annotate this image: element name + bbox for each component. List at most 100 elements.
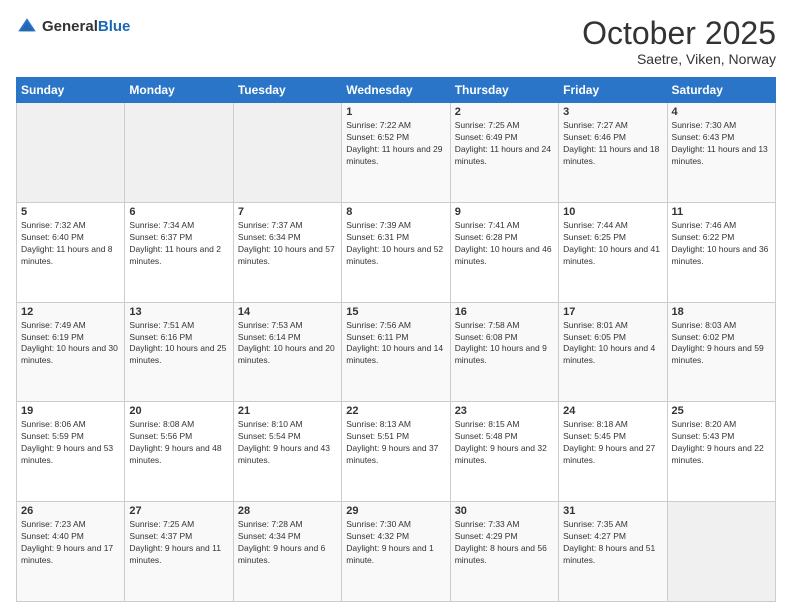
calendar-cell xyxy=(233,103,341,203)
calendar-day-header: Friday xyxy=(559,78,667,103)
calendar-cell: 30 Sunrise: 7:33 AM Sunset: 4:29 PM Dayli… xyxy=(450,502,558,602)
calendar-week-row: 26Sunrise: 7:23 AM Sunset: 4:40 PM Dayli… xyxy=(17,502,776,602)
day-info: Sunrise: 8:18 AM Sunset: 5:45 PM Dayligh… xyxy=(563,419,662,467)
calendar-day-header: Wednesday xyxy=(342,78,450,103)
day-info: Sunrise: 7:30 AM Sunset: 6:43 PM Dayligh… xyxy=(672,120,771,168)
day-number: 29 xyxy=(346,505,445,517)
day-number: 30 xyxy=(455,505,554,517)
day-info: Sunrise: 7:39 AM Sunset: 6:31 PM Dayligh… xyxy=(346,220,445,268)
day-info: Sunrise: 8:01 AM Sunset: 6:05 PM Dayligh… xyxy=(563,320,662,368)
logo-blue: Blue xyxy=(98,18,131,35)
day-number: 26 xyxy=(21,505,120,517)
day-info: Sunrise: 7:25 AM Sunset: 6:49 PM Dayligh… xyxy=(455,120,554,168)
day-number: 9 xyxy=(455,206,554,218)
day-info: Sunrise: 7:22 AM Sunset: 6:52 PM Dayligh… xyxy=(346,120,445,168)
day-info: Sunrise: 7:46 AM Sunset: 6:22 PM Dayligh… xyxy=(672,220,771,268)
subtitle: Saetre, Viken, Norway xyxy=(582,51,776,67)
calendar-cell: 2 Sunrise: 7:25 AM Sunset: 6:49 PM Daylig… xyxy=(450,103,558,203)
day-number: 4 xyxy=(672,106,771,118)
day-info: Sunrise: 8:20 AM Sunset: 5:43 PM Dayligh… xyxy=(672,419,771,467)
day-info: Sunrise: 7:41 AM Sunset: 6:28 PM Dayligh… xyxy=(455,220,554,268)
calendar-cell xyxy=(667,502,775,602)
day-number: 1 xyxy=(346,106,445,118)
calendar-cell: 13Sunrise: 7:51 AM Sunset: 6:16 PM Dayli… xyxy=(125,302,233,402)
day-info: Sunrise: 7:49 AM Sunset: 6:19 PM Dayligh… xyxy=(21,320,120,368)
calendar-cell: 24 Sunrise: 8:18 AM Sunset: 5:45 PM Dayli… xyxy=(559,402,667,502)
calendar-cell: 25 Sunrise: 8:20 AM Sunset: 5:43 PM Dayli… xyxy=(667,402,775,502)
calendar-cell: 20 Sunrise: 8:08 AM Sunset: 5:56 PM Dayli… xyxy=(125,402,233,502)
day-number: 18 xyxy=(672,306,771,318)
calendar-day-header: Sunday xyxy=(17,78,125,103)
calendar-day-header: Saturday xyxy=(667,78,775,103)
day-info: Sunrise: 7:34 AM Sunset: 6:37 PM Dayligh… xyxy=(129,220,228,268)
day-number: 19 xyxy=(21,405,120,417)
calendar-cell: 7Sunrise: 7:37 AM Sunset: 6:34 PM Daylig… xyxy=(233,202,341,302)
calendar-cell: 11 Sunrise: 7:46 AM Sunset: 6:22 PM Dayli… xyxy=(667,202,775,302)
day-number: 3 xyxy=(563,106,662,118)
day-info: Sunrise: 7:51 AM Sunset: 6:16 PM Dayligh… xyxy=(129,320,228,368)
day-number: 27 xyxy=(129,505,228,517)
calendar-cell: 4 Sunrise: 7:30 AM Sunset: 6:43 PM Daylig… xyxy=(667,103,775,203)
logo-text: GeneralBlue xyxy=(42,18,130,36)
calendar-cell: 5Sunrise: 7:32 AM Sunset: 6:40 PM Daylig… xyxy=(17,202,125,302)
day-number: 25 xyxy=(672,405,771,417)
calendar-week-row: 1 Sunrise: 7:22 AM Sunset: 6:52 PM Daylig… xyxy=(17,103,776,203)
day-info: Sunrise: 7:35 AM Sunset: 4:27 PM Dayligh… xyxy=(563,519,662,567)
main-title: October 2025 xyxy=(582,16,776,51)
calendar-week-row: 5Sunrise: 7:32 AM Sunset: 6:40 PM Daylig… xyxy=(17,202,776,302)
day-number: 14 xyxy=(238,306,337,318)
day-info: Sunrise: 7:58 AM Sunset: 6:08 PM Dayligh… xyxy=(455,320,554,368)
day-info: Sunrise: 8:03 AM Sunset: 6:02 PM Dayligh… xyxy=(672,320,771,368)
day-number: 12 xyxy=(21,306,120,318)
calendar-cell: 22 Sunrise: 8:13 AM Sunset: 5:51 PM Dayli… xyxy=(342,402,450,502)
logo-icon xyxy=(16,16,38,38)
day-info: Sunrise: 7:25 AM Sunset: 4:37 PM Dayligh… xyxy=(129,519,228,567)
calendar-cell: 21Sunrise: 8:10 AM Sunset: 5:54 PM Dayli… xyxy=(233,402,341,502)
calendar-table: SundayMondayTuesdayWednesdayThursdayFrid… xyxy=(16,77,776,602)
calendar-cell: 29 Sunrise: 7:30 AM Sunset: 4:32 PM Dayli… xyxy=(342,502,450,602)
day-number: 28 xyxy=(238,505,337,517)
calendar-cell: 31 Sunrise: 7:35 AM Sunset: 4:27 PM Dayli… xyxy=(559,502,667,602)
day-number: 23 xyxy=(455,405,554,417)
calendar-cell: 1 Sunrise: 7:22 AM Sunset: 6:52 PM Daylig… xyxy=(342,103,450,203)
calendar-cell: 9 Sunrise: 7:41 AM Sunset: 6:28 PM Daylig… xyxy=(450,202,558,302)
day-info: Sunrise: 8:13 AM Sunset: 5:51 PM Dayligh… xyxy=(346,419,445,467)
day-info: Sunrise: 7:53 AM Sunset: 6:14 PM Dayligh… xyxy=(238,320,337,368)
day-number: 20 xyxy=(129,405,228,417)
day-number: 17 xyxy=(563,306,662,318)
day-number: 24 xyxy=(563,405,662,417)
day-number: 5 xyxy=(21,206,120,218)
day-number: 6 xyxy=(129,206,228,218)
logo: GeneralBlue xyxy=(16,16,130,38)
calendar-day-header: Thursday xyxy=(450,78,558,103)
day-number: 16 xyxy=(455,306,554,318)
calendar-cell: 17 Sunrise: 8:01 AM Sunset: 6:05 PM Dayli… xyxy=(559,302,667,402)
day-number: 11 xyxy=(672,206,771,218)
day-info: Sunrise: 7:28 AM Sunset: 4:34 PM Dayligh… xyxy=(238,519,337,567)
day-info: Sunrise: 8:08 AM Sunset: 5:56 PM Dayligh… xyxy=(129,419,228,467)
calendar-cell: 28 Sunrise: 7:28 AM Sunset: 4:34 PM Dayli… xyxy=(233,502,341,602)
calendar-day-header: Tuesday xyxy=(233,78,341,103)
calendar-cell: 27 Sunrise: 7:25 AM Sunset: 4:37 PM Dayli… xyxy=(125,502,233,602)
day-info: Sunrise: 7:33 AM Sunset: 4:29 PM Dayligh… xyxy=(455,519,554,567)
calendar-week-row: 19Sunrise: 8:06 AM Sunset: 5:59 PM Dayli… xyxy=(17,402,776,502)
day-info: Sunrise: 7:27 AM Sunset: 6:46 PM Dayligh… xyxy=(563,120,662,168)
calendar-cell: 15Sunrise: 7:56 AM Sunset: 6:11 PM Dayli… xyxy=(342,302,450,402)
day-number: 31 xyxy=(563,505,662,517)
calendar-cell xyxy=(17,103,125,203)
header: GeneralBlue October 2025 Saetre, Viken, … xyxy=(16,16,776,67)
page: GeneralBlue October 2025 Saetre, Viken, … xyxy=(0,0,792,612)
title-block: October 2025 Saetre, Viken, Norway xyxy=(582,16,776,67)
day-info: Sunrise: 7:30 AM Sunset: 4:32 PM Dayligh… xyxy=(346,519,445,567)
day-number: 2 xyxy=(455,106,554,118)
calendar-week-row: 12 Sunrise: 7:49 AM Sunset: 6:19 PM Dayli… xyxy=(17,302,776,402)
day-number: 8 xyxy=(346,206,445,218)
calendar-cell: 10Sunrise: 7:44 AM Sunset: 6:25 PM Dayli… xyxy=(559,202,667,302)
day-info: Sunrise: 8:10 AM Sunset: 5:54 PM Dayligh… xyxy=(238,419,337,467)
calendar-cell: 6 Sunrise: 7:34 AM Sunset: 6:37 PM Daylig… xyxy=(125,202,233,302)
calendar-cell: 18 Sunrise: 8:03 AM Sunset: 6:02 PM Dayli… xyxy=(667,302,775,402)
day-number: 22 xyxy=(346,405,445,417)
day-number: 10 xyxy=(563,206,662,218)
calendar-day-header: Monday xyxy=(125,78,233,103)
calendar-cell: 14 Sunrise: 7:53 AM Sunset: 6:14 PM Dayli… xyxy=(233,302,341,402)
